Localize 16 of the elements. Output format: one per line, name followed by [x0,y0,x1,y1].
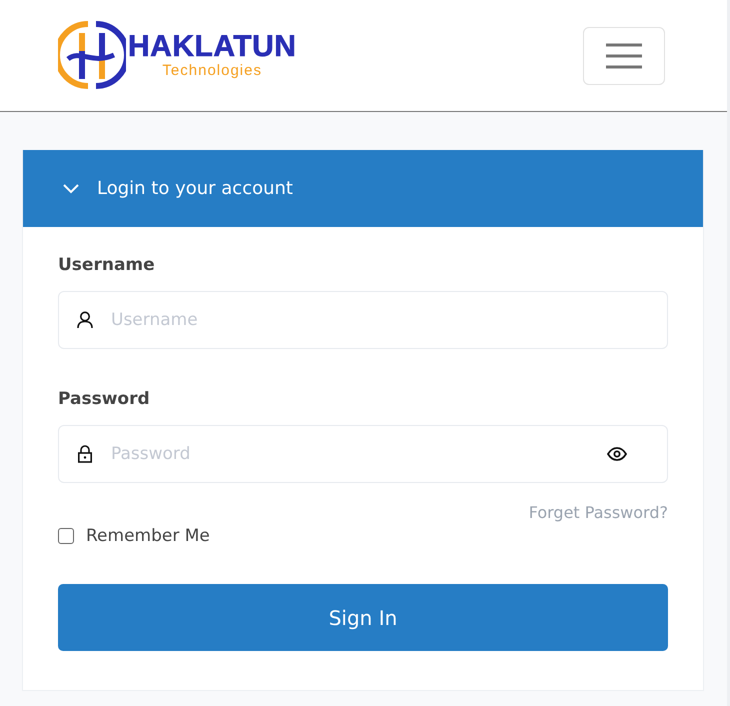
field-label: Password [58,389,151,409]
sign-in-button[interactable]: Sign In [58,584,668,651]
menu-button[interactable] [583,27,665,85]
eye-icon [607,447,627,461]
password-field[interactable]: Password [58,425,668,483]
logo-subtitle: Technologies [162,62,262,78]
panel-header[interactable]: Login to your account [23,150,703,227]
username-field[interactable]: Username [58,291,668,349]
logo-title: HAKLATUN [128,30,296,62]
logo-icon [58,20,126,88]
chevron-icon [63,184,79,194]
remember-label: Remember Me [86,526,210,546]
menu-icon [605,42,643,70]
field-label: Username [58,255,156,275]
remember-checkbox[interactable] [58,528,74,544]
forgot-password-link[interactable]: Forget Password? [528,503,668,522]
